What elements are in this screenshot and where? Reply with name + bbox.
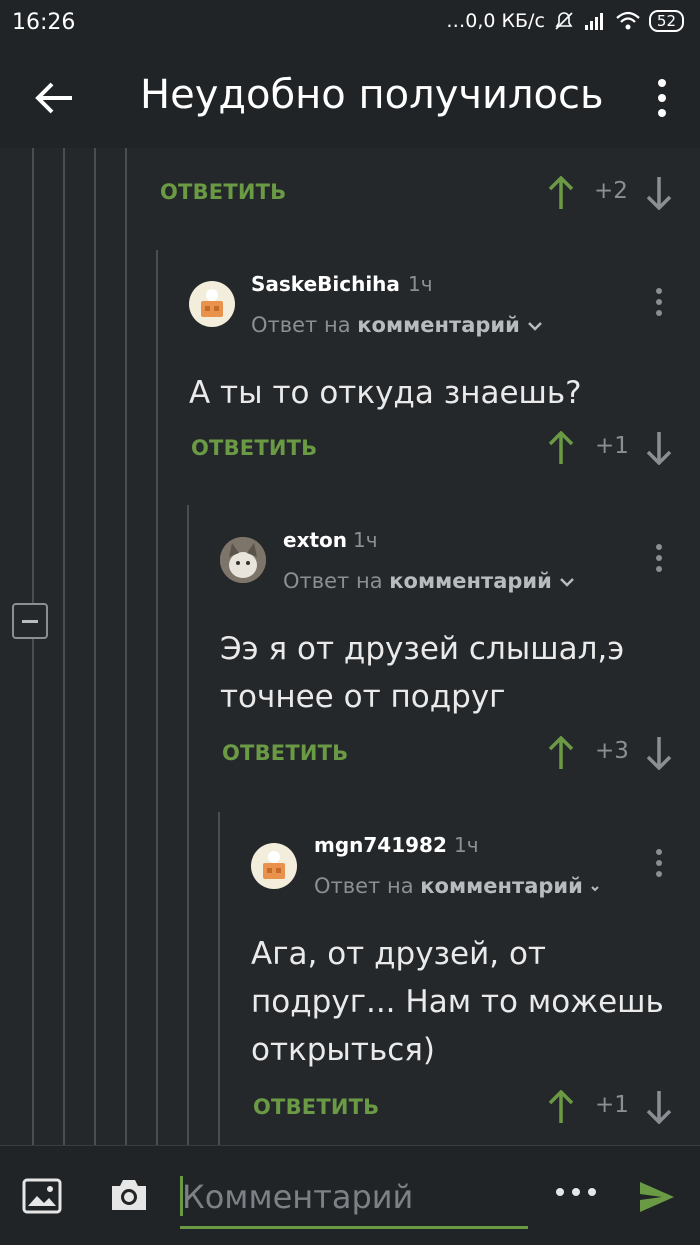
comment-score: +2 <box>594 178 628 204</box>
comment-menu-icon[interactable] <box>654 286 664 318</box>
downvote-arrow-icon[interactable] <box>646 1090 672 1124</box>
thread-line <box>218 812 220 1145</box>
thread-line <box>32 148 34 1145</box>
comment-score: +1 <box>595 1092 629 1118</box>
status-time: 16:26 <box>12 10 76 35</box>
default-avatar-icon <box>201 289 223 317</box>
arrow-left-icon[interactable] <box>28 72 82 126</box>
camera-icon[interactable] <box>108 1176 150 1214</box>
thread-line <box>94 148 96 1145</box>
network-speed: …0,0 КБ/с <box>446 10 545 32</box>
comment-text: А ты то откуда знаешь? <box>189 375 582 411</box>
reply-to-prefix: Ответ на <box>251 313 351 337</box>
thread-line <box>63 148 65 1145</box>
upvote-arrow-icon[interactable] <box>548 431 574 465</box>
comment-author[interactable]: exton <box>283 528 347 552</box>
reply-button[interactable]: ОТВЕТИТЬ <box>191 436 317 460</box>
reply-to-link[interactable]: комментарий <box>357 313 520 337</box>
reply-to-line[interactable]: Ответ на комментарий <box>314 874 600 898</box>
reply-to-link[interactable]: комментарий <box>420 874 583 898</box>
comment-input-placeholder: Комментарий <box>182 1178 414 1216</box>
comment-time: 1ч <box>408 272 433 296</box>
comment-text: Ага, от друзей, от подруг... Нам то може… <box>251 936 664 1068</box>
downvote-arrow-icon[interactable] <box>646 176 672 210</box>
reply-to-link[interactable]: комментарий <box>389 569 552 593</box>
minus-icon <box>22 620 38 623</box>
status-bar: 16:26 …0,0 КБ/с 52 <box>0 0 700 48</box>
comment-time: 1ч <box>353 528 378 552</box>
comment-score: +3 <box>595 738 629 764</box>
more-vert-icon[interactable] <box>652 76 672 120</box>
mute-bell-icon <box>555 12 573 30</box>
comment-time: 1ч <box>454 833 479 857</box>
downvote-arrow-icon[interactable] <box>646 736 672 770</box>
chevron-down-icon[interactable] <box>527 320 543 332</box>
image-icon[interactable] <box>22 1178 62 1214</box>
cat-photo-avatar <box>220 537 266 583</box>
reply-button[interactable]: ОТВЕТИТЬ <box>160 180 286 204</box>
reply-to-prefix: Ответ на <box>283 569 383 593</box>
comment-author[interactable]: SaskeBichiha <box>251 272 400 296</box>
downvote-arrow-icon[interactable] <box>646 431 672 465</box>
signal-icon <box>584 13 603 30</box>
upvote-arrow-icon[interactable] <box>548 176 574 210</box>
reply-to-line[interactable]: Ответ на комментарий <box>251 313 543 337</box>
comment-author[interactable]: mgn741982 <box>314 833 447 857</box>
comment-menu-icon[interactable] <box>654 847 664 879</box>
network-speed-value: 0,0 КБ/с <box>465 10 545 32</box>
comment-input[interactable]: Комментарий <box>180 1172 528 1229</box>
reply-button[interactable]: ОТВЕТИТЬ <box>253 1095 379 1119</box>
avatar[interactable] <box>189 281 235 327</box>
default-avatar-icon <box>263 851 285 879</box>
chevron-down-icon[interactable] <box>559 576 575 588</box>
battery-indicator: 52 <box>648 10 684 32</box>
thread-line <box>156 250 158 1145</box>
upvote-arrow-icon[interactable] <box>548 736 574 770</box>
more-horiz-icon[interactable] <box>554 1186 598 1198</box>
comment-menu-icon[interactable] <box>654 542 664 574</box>
upvote-arrow-icon[interactable] <box>548 1090 574 1124</box>
send-icon[interactable] <box>638 1180 676 1214</box>
comment-text: Ээ я от друзей слышал,э точнее от подруг <box>220 631 625 715</box>
reply-to-line[interactable]: Ответ на комментарий <box>283 569 575 593</box>
wifi-icon <box>616 11 640 30</box>
thread-line <box>187 505 189 1145</box>
chevron-down-icon[interactable] <box>590 883 600 893</box>
reply-button[interactable]: ОТВЕТИТЬ <box>222 741 348 765</box>
status-icons: …0,0 КБ/с 52 <box>446 10 684 32</box>
thread-line <box>125 148 127 1145</box>
comment-score: +1 <box>595 433 629 459</box>
reply-to-prefix: Ответ на <box>314 874 414 898</box>
avatar[interactable] <box>220 537 266 583</box>
collapse-thread-button[interactable] <box>12 603 48 639</box>
avatar[interactable] <box>251 843 297 889</box>
app-header: 16:26 …0,0 КБ/с 52 Неудобно получилось <box>0 0 700 148</box>
page-title: Неудобно получилось <box>140 72 604 118</box>
